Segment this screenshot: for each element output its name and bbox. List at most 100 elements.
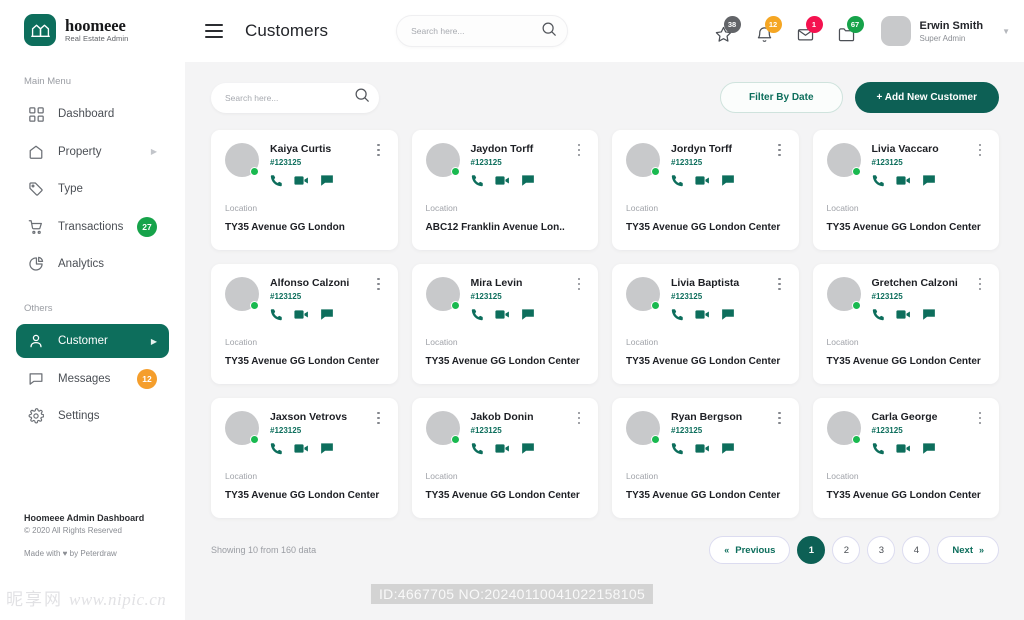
customer-card[interactable]: Jaydon Torff #123125 Location ABC12 Frankli… bbox=[411, 130, 598, 250]
more-vertical-icon[interactable] bbox=[774, 410, 786, 426]
customer-card[interactable]: Jakob Donin #123125 Location TY35 Avenue GG… bbox=[411, 398, 598, 518]
add-new-customer-button[interactable]: + Add New Customer bbox=[854, 82, 999, 113]
sidebar-item-type[interactable]: Type bbox=[16, 172, 169, 206]
phone-icon[interactable] bbox=[671, 174, 684, 187]
brand[interactable]: hoomeee Real Estate Admin bbox=[0, 0, 185, 46]
chat-icon[interactable] bbox=[922, 308, 936, 321]
pagination-next[interactable]: Next » bbox=[937, 536, 999, 564]
search-icon[interactable] bbox=[354, 87, 370, 108]
phone-icon[interactable] bbox=[872, 174, 885, 187]
phone-icon[interactable] bbox=[270, 442, 283, 455]
more-vertical-icon[interactable] bbox=[373, 410, 385, 426]
customer-card[interactable]: Alfonso Calzoni #123125 Location TY35 Avenu… bbox=[211, 264, 398, 384]
customer-id: #123125 bbox=[470, 292, 502, 301]
video-icon[interactable] bbox=[494, 442, 510, 455]
profile-menu[interactable]: Erwin Smith Super Admin ▼ bbox=[880, 16, 1010, 46]
card-info: Mira Levin #123125 bbox=[471, 277, 585, 321]
pagination-page-2[interactable]: 2 bbox=[832, 536, 861, 564]
chat-icon[interactable] bbox=[922, 442, 936, 455]
chat-icon[interactable] bbox=[721, 442, 735, 455]
customer-card[interactable]: Mira Levin #123125 Location TY35 Avenue GG … bbox=[411, 264, 598, 384]
chat-icon[interactable] bbox=[521, 442, 535, 455]
more-vertical-icon[interactable] bbox=[373, 276, 385, 292]
customer-card[interactable]: Livia Baptista #123125 Location TY35 Avenue… bbox=[612, 264, 799, 384]
sidebar-footer-credit: Made with ♥ by Peterdraw bbox=[24, 549, 117, 558]
customer-card[interactable]: Livia Vaccaro #123125 Location TY35 Avenue … bbox=[812, 130, 999, 250]
more-vertical-icon[interactable] bbox=[774, 276, 786, 292]
filter-by-date-button[interactable]: Filter By Date bbox=[720, 82, 843, 113]
sidebar-item-analytics[interactable]: Analytics bbox=[16, 247, 169, 281]
customer-card[interactable]: Ryan Bergson #123125 Location TY35 Avenue G… bbox=[612, 398, 799, 518]
phone-icon[interactable] bbox=[671, 308, 684, 321]
chat-icon[interactable] bbox=[320, 442, 334, 455]
customer-card[interactable]: Jordyn Torff #123125 Location TY35 Avenue G… bbox=[612, 130, 799, 250]
envelope-icon[interactable]: 1 bbox=[794, 16, 823, 44]
pagination-previous[interactable]: « Previous bbox=[709, 536, 791, 564]
more-vertical-icon[interactable] bbox=[974, 142, 986, 158]
phone-icon[interactable] bbox=[872, 442, 885, 455]
more-vertical-icon[interactable] bbox=[974, 410, 986, 426]
card-header: Kaiya Curtis #123125 bbox=[225, 143, 384, 187]
video-icon[interactable] bbox=[294, 442, 309, 455]
pagination-page-1[interactable]: 1 bbox=[797, 536, 826, 564]
chat-icon[interactable] bbox=[721, 174, 735, 187]
more-vertical-icon[interactable] bbox=[573, 410, 585, 426]
sidebar-item-settings[interactable]: Settings bbox=[16, 399, 169, 433]
phone-icon[interactable] bbox=[471, 308, 484, 321]
video-icon[interactable] bbox=[494, 308, 510, 321]
sidebar-item-transactions[interactable]: Transactions 27 bbox=[16, 210, 169, 244]
search-input[interactable] bbox=[225, 92, 354, 103]
customer-card[interactable]: Jaxson Vetrovs #123125 Location TY35 Avenue… bbox=[211, 398, 398, 518]
video-icon[interactable] bbox=[895, 442, 911, 455]
bell-icon[interactable]: 12 bbox=[753, 16, 782, 44]
more-vertical-icon[interactable] bbox=[774, 142, 786, 158]
phone-icon[interactable] bbox=[471, 442, 484, 455]
chat-icon[interactable] bbox=[320, 174, 334, 187]
folder-icon[interactable]: 67 bbox=[835, 16, 864, 44]
customer-name: Jakob Donin bbox=[470, 411, 534, 423]
header-search[interactable] bbox=[396, 15, 569, 47]
customer-card[interactable]: Carla George #123125 Location TY35 Avenue G… bbox=[812, 398, 999, 518]
search-icon[interactable] bbox=[541, 21, 557, 42]
phone-icon[interactable] bbox=[471, 174, 484, 187]
sidebar-item-label: Settings bbox=[58, 410, 100, 422]
more-vertical-icon[interactable] bbox=[573, 276, 585, 292]
video-icon[interactable] bbox=[695, 442, 710, 455]
hamburger-icon[interactable] bbox=[205, 24, 223, 38]
phone-icon[interactable] bbox=[872, 308, 885, 321]
avatar bbox=[225, 143, 259, 177]
more-vertical-icon[interactable] bbox=[974, 276, 986, 292]
more-vertical-icon[interactable] bbox=[573, 142, 585, 158]
pagination-page-4[interactable]: 4 bbox=[902, 536, 931, 564]
chat-icon[interactable] bbox=[320, 308, 334, 321]
phone-icon[interactable] bbox=[270, 308, 283, 321]
card-header: Jaydon Torff #123125 bbox=[425, 143, 585, 187]
chat-icon[interactable] bbox=[721, 308, 735, 321]
video-icon[interactable] bbox=[695, 308, 710, 321]
sidebar-item-customer[interactable]: Customer ▶ bbox=[16, 324, 169, 358]
sidebar-item-messages[interactable]: Messages 12 bbox=[16, 362, 169, 396]
pagination-page-3[interactable]: 3 bbox=[867, 536, 896, 564]
sidebar-nav-others: Customer ▶ Messages 12 Settings bbox=[0, 324, 185, 433]
star-icon[interactable]: 38 bbox=[712, 16, 741, 44]
phone-icon[interactable] bbox=[270, 174, 283, 187]
customer-card[interactable]: Gretchen Calzoni #123125 Location TY35 Aven… bbox=[812, 264, 999, 384]
sidebar-item-dashboard[interactable]: Dashboard bbox=[16, 97, 169, 131]
video-icon[interactable] bbox=[294, 174, 309, 187]
more-vertical-icon[interactable] bbox=[373, 142, 385, 158]
sidebar-item-property[interactable]: Property ▶ bbox=[16, 135, 169, 169]
video-icon[interactable] bbox=[895, 308, 911, 321]
video-icon[interactable] bbox=[895, 174, 911, 187]
chat-icon[interactable] bbox=[521, 174, 535, 187]
video-icon[interactable] bbox=[695, 174, 710, 187]
online-status-dot bbox=[450, 167, 460, 176]
customer-card[interactable]: Kaiya Curtis #123125 Location TY35 Avenue G… bbox=[211, 130, 398, 250]
phone-icon[interactable] bbox=[671, 442, 684, 455]
chat-icon[interactable] bbox=[521, 308, 535, 321]
customer-search[interactable] bbox=[211, 82, 379, 113]
chat-icon[interactable] bbox=[922, 174, 936, 187]
chevron-down-icon[interactable]: ▼ bbox=[1002, 27, 1010, 36]
video-icon[interactable] bbox=[494, 174, 510, 187]
video-icon[interactable] bbox=[294, 308, 309, 321]
search-input[interactable] bbox=[411, 26, 542, 36]
